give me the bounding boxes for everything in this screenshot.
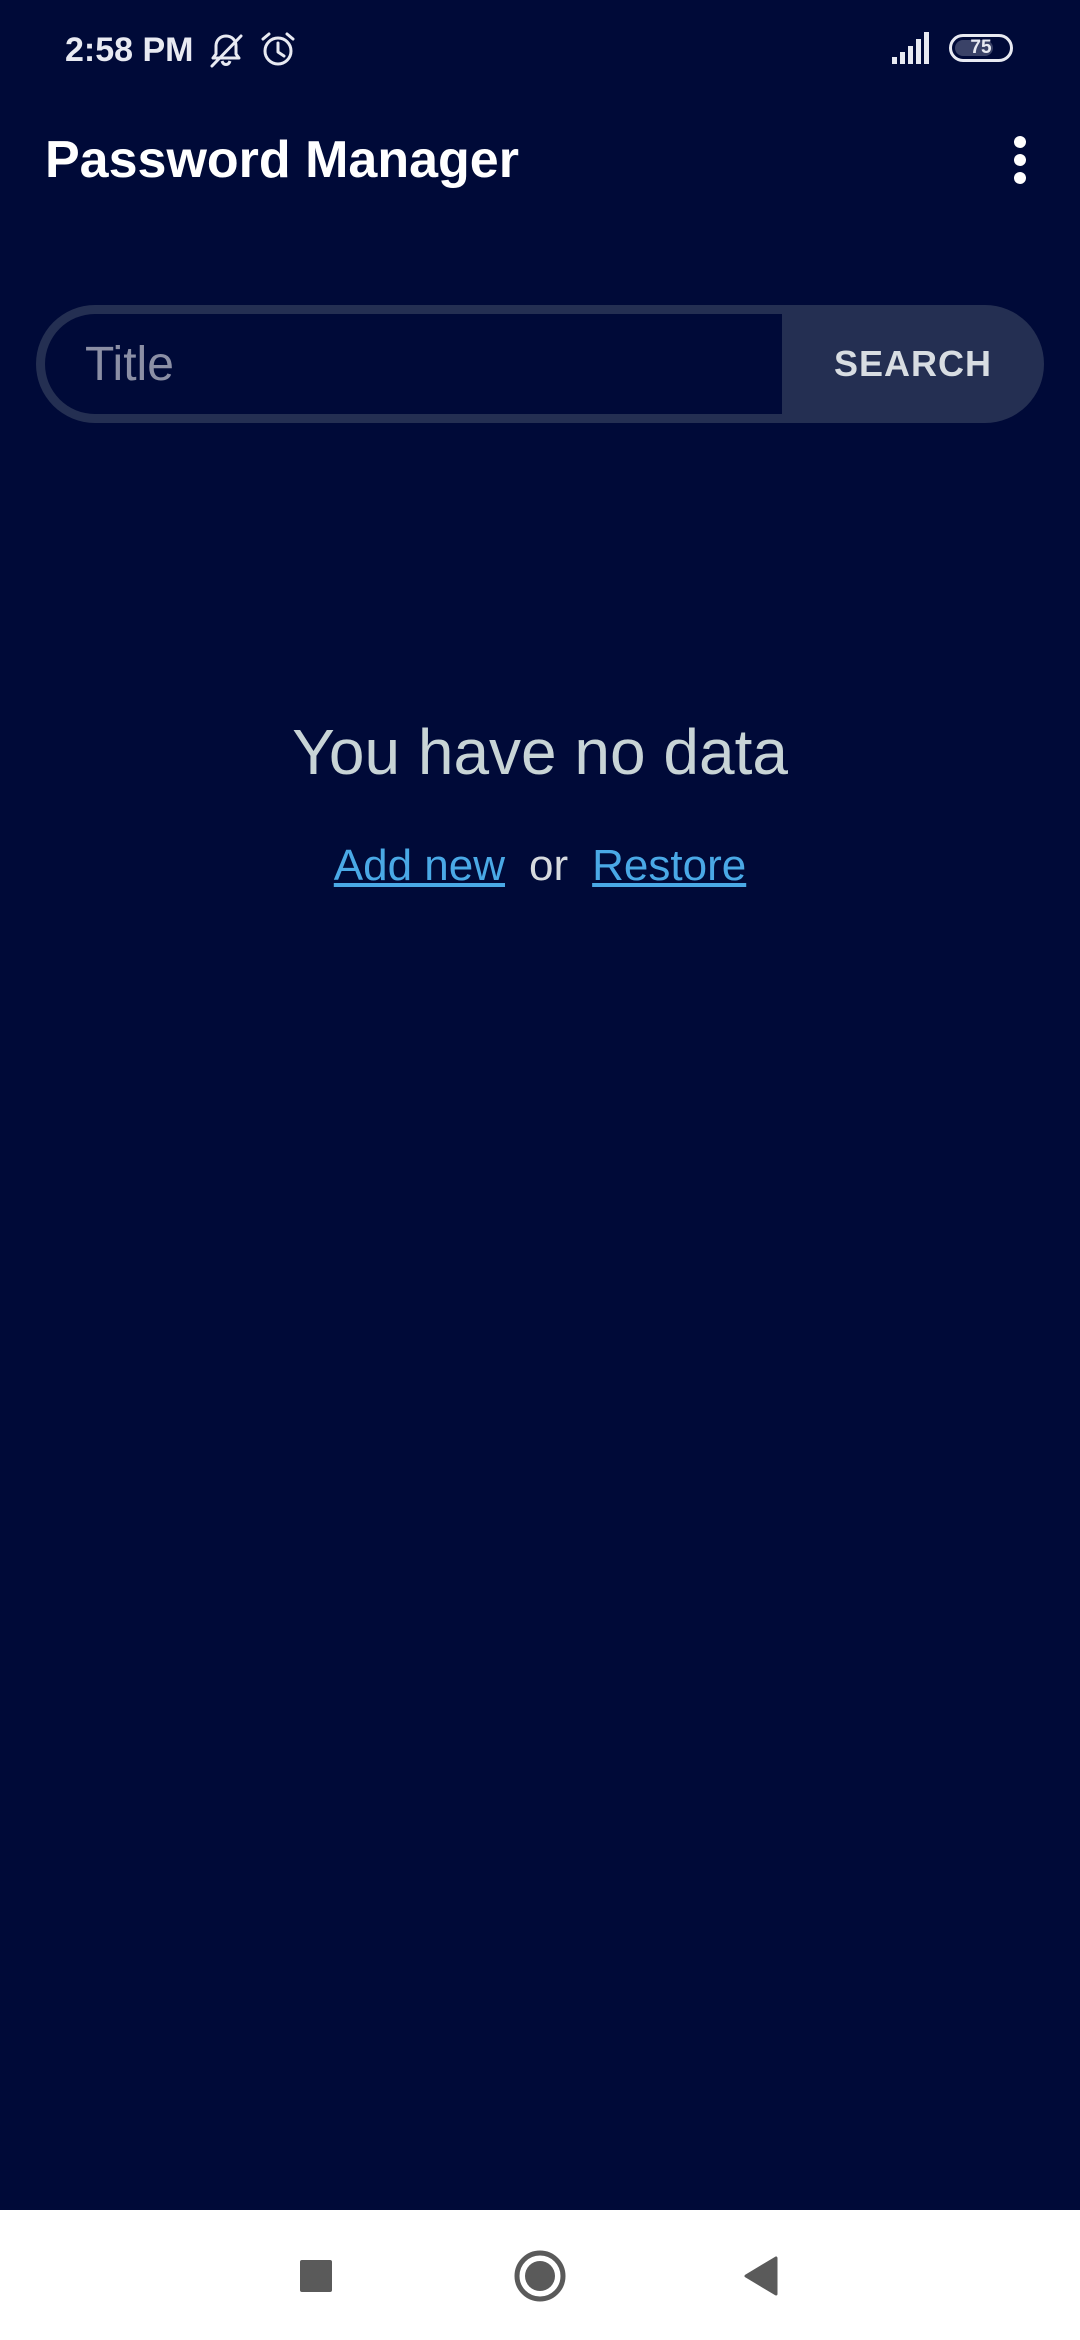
restore-link[interactable]: Restore	[592, 841, 746, 890]
signal-icon	[892, 32, 929, 64]
home-circle-icon[interactable]	[508, 2244, 572, 2308]
empty-state-title: You have no data	[292, 716, 788, 788]
search-button[interactable]: SEARCH	[782, 305, 1044, 423]
battery-icon: 75	[949, 34, 1013, 62]
back-triangle-icon[interactable]	[730, 2244, 794, 2308]
add-new-link[interactable]: Add new	[334, 841, 505, 890]
recents-square-icon[interactable]	[284, 2244, 348, 2308]
navigation-bar	[0, 2210, 1080, 2340]
more-vertical-icon[interactable]	[1000, 125, 1040, 195]
status-time: 2:58 PM	[65, 31, 194, 69]
or-separator: or	[529, 841, 569, 890]
app-bar: Password Manager	[0, 100, 1080, 220]
search-input[interactable]	[45, 314, 782, 414]
battery-level: 75	[970, 37, 992, 58]
empty-state-actions: Add new or Restore	[0, 836, 1080, 896]
bell-off-icon	[210, 34, 243, 68]
page-title: Password Manager	[45, 131, 519, 189]
status-bar: 2:58 PM 75	[0, 0, 1080, 100]
search-bar: SEARCH	[36, 305, 1044, 423]
alarm-icon	[261, 32, 295, 66]
